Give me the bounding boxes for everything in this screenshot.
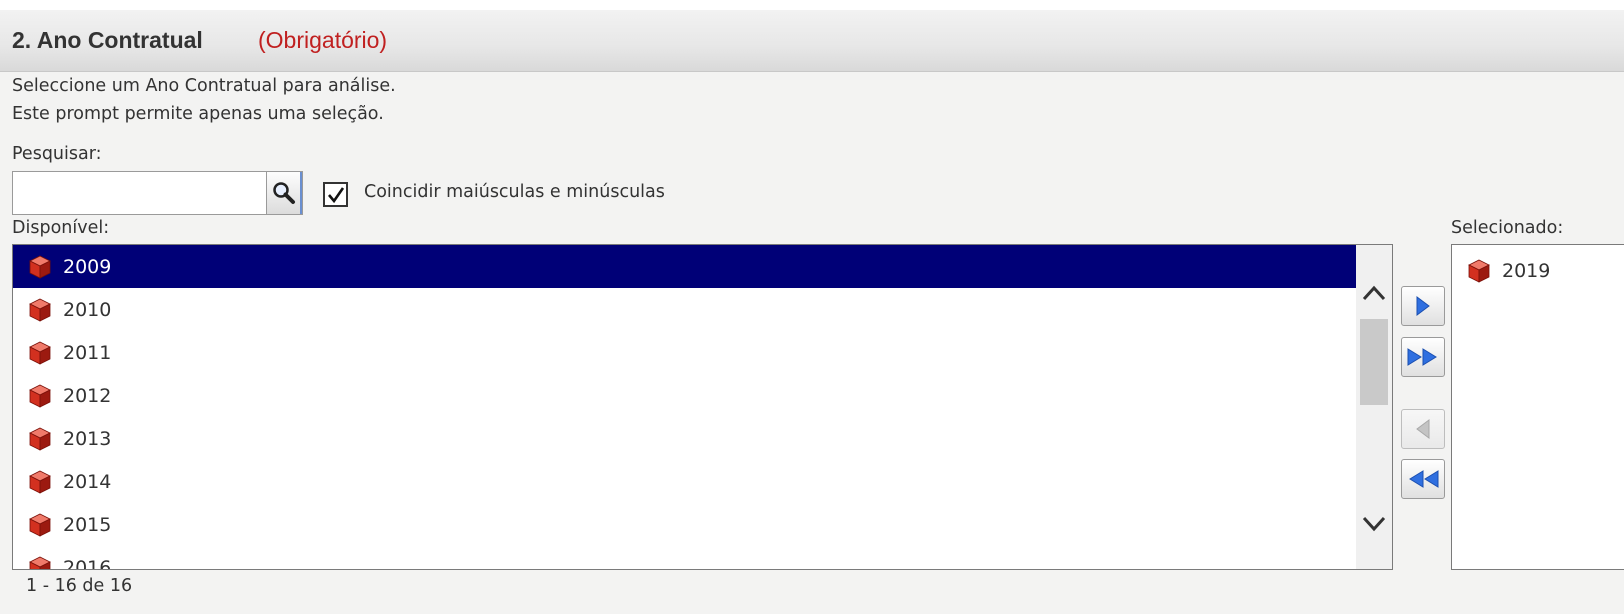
red-cube-icon [27,469,53,495]
red-cube-icon [27,555,53,571]
magnifier-icon [272,182,295,204]
red-cube-icon [1466,258,1492,284]
add-button[interactable] [1401,286,1445,326]
list-item[interactable]: 2016 [13,546,1356,571]
match-case-label: Coincidir maiúsculas e minúsculas [364,182,665,202]
list-item[interactable]: 2009 [13,245,1356,288]
selected-item-label: 2019 [1502,259,1551,282]
list-item-label: 2016 [63,556,112,570]
match-case-checkbox[interactable] [323,182,348,207]
double-arrow-left-icon [1409,470,1439,488]
description-line-2: Este prompt permite apenas uma seleção. [12,104,384,124]
list-item-label: 2012 [63,384,112,407]
red-cube-icon [27,297,53,323]
search-box [12,171,303,215]
top-strip [0,0,1624,10]
section-header: 2. Ano Contratual (Obrigatório) [0,10,1624,72]
list-item-label: 2011 [63,341,112,364]
add-all-button[interactable] [1401,337,1445,377]
search-button[interactable] [266,172,302,214]
available-label: Disponível: [12,218,110,238]
checkmark-icon [327,186,344,203]
list-item[interactable]: 2013 [13,417,1356,460]
list-item-label: 2015 [63,513,112,536]
description-line-1: Seleccione um Ano Contratual para anális… [12,76,396,96]
list-item-label: 2009 [63,255,112,278]
chevron-up-icon [1362,285,1386,301]
available-list: 2009 2010 2011 2012 2013 2014 2015 2016 [12,244,1393,570]
list-item-label: 2013 [63,427,112,450]
item-count: 1 - 16 de 16 [26,576,133,596]
list-item[interactable]: 2014 [13,460,1356,503]
red-cube-icon [27,383,53,409]
red-cube-icon [27,254,53,280]
remove-all-button[interactable] [1401,459,1445,499]
red-cube-icon [27,340,53,366]
scroll-down-button[interactable] [1356,503,1392,543]
list-item[interactable]: 2011 [13,331,1356,374]
arrow-right-icon [1416,296,1430,316]
search-input[interactable] [13,172,265,214]
scroll-up-button[interactable] [1356,273,1392,313]
selected-list-item[interactable]: 2019 [1452,249,1550,292]
section-title: 2. Ano Contratual [12,27,203,53]
required-indicator: (Obrigatório) [258,27,388,53]
selected-list: 2019 [1451,244,1624,570]
double-arrow-right-icon [1407,348,1437,366]
chevron-down-icon [1362,516,1386,532]
red-cube-icon [27,512,53,538]
list-scrollbar[interactable] [1356,245,1392,569]
selected-label: Selecionado: [1451,218,1564,238]
red-cube-icon [27,426,53,452]
remove-button[interactable] [1401,409,1445,449]
scroll-thumb[interactable] [1360,319,1388,405]
list-item[interactable]: 2012 [13,374,1356,417]
search-label: Pesquisar: [12,144,102,164]
list-item-label: 2014 [63,470,112,493]
list-item[interactable]: 2010 [13,288,1356,331]
list-item[interactable]: 2015 [13,503,1356,546]
list-item-label: 2010 [63,298,112,321]
arrow-left-icon [1416,419,1430,439]
